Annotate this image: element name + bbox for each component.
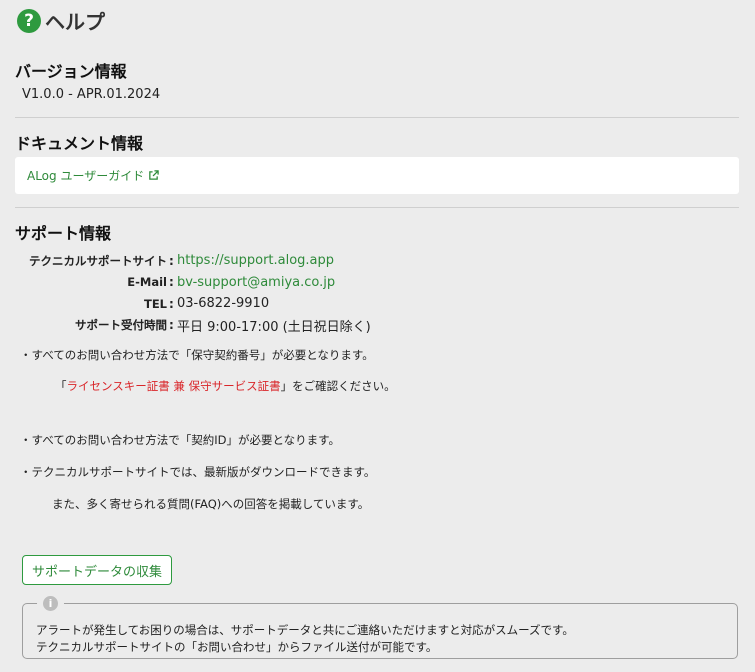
support-heading: サポート情報 <box>15 224 112 243</box>
support-site-row: テクニカルサポートサイト : https://support.alog.app <box>15 250 371 272</box>
user-guide-link[interactable]: ALog ユーザーガイド <box>27 167 159 184</box>
version-text: V1.0.0 - APR.01.2024 <box>22 87 161 102</box>
info-box-line-1: アラートが発生してお困りの場合は、サポートデータと共にご連絡いただけますと対応が… <box>36 623 574 637</box>
note-bracket-close: 」をご確認ください。 <box>280 379 396 393</box>
note-download: ・テクニカルサポートサイトでは、最新版がダウンロードできます。 <box>20 465 376 479</box>
document-box: ALog ユーザーガイド <box>15 157 739 194</box>
support-site-link[interactable]: https://support.alog.app <box>177 253 334 268</box>
email-row: E-Mail : bv-support@amiya.co.jp <box>15 272 371 294</box>
document-heading: ドキュメント情報 <box>15 134 144 153</box>
support-site-label: テクニカルサポートサイト <box>29 253 167 268</box>
support-info-table: テクニカルサポートサイト : https://support.alog.app … <box>15 250 371 336</box>
hours-row: サポート受付時間 : 平日 9:00-17:00 (土日祝日除く) <box>15 315 371 337</box>
colon: : <box>169 318 174 333</box>
note-license-certificate: 「ライセンスキー証書 兼 保守サービス証書」をご確認ください。 <box>55 378 396 394</box>
colon: : <box>169 296 174 311</box>
divider <box>15 207 739 208</box>
info-box-line-2: テクニカルサポートサイトの「お問い合わせ」からファイル送付が可能です。 <box>36 640 438 654</box>
question-circle-icon: ? <box>17 8 41 33</box>
user-guide-link-label: ALog ユーザーガイド <box>27 169 145 183</box>
colon: : <box>169 275 174 290</box>
page-title: ? ヘルプ <box>17 6 105 35</box>
divider <box>15 117 739 118</box>
external-link-icon <box>149 170 159 180</box>
email-label: E-Mail <box>127 275 167 290</box>
version-heading: バージョン情報 <box>15 62 127 81</box>
note-contract-number: ・すべてのお問い合わせ方法で「保守契約番号」が必要となります。 <box>20 348 374 362</box>
hours-value: 平日 9:00-17:00 (土日祝日除く) <box>177 319 371 335</box>
collect-support-data-button[interactable]: サポートデータの収集 <box>22 555 172 585</box>
colon: : <box>169 253 174 268</box>
email-link[interactable]: bv-support@amiya.co.jp <box>177 275 335 290</box>
note-faq: また、多く寄せられる質問(FAQ)への回答を掲載しています。 <box>52 497 370 511</box>
tel-row: TEL : 03-6822-9910 <box>15 293 371 315</box>
license-certificate-text: ライセンスキー証書 兼 保守サービス証書 <box>66 379 281 393</box>
tel-label: TEL <box>143 296 167 311</box>
hours-label: サポート受付時間 <box>75 318 167 333</box>
info-box: i アラートが発生してお困りの場合は、サポートデータと共にご連絡いただけますと対… <box>22 596 738 659</box>
note-contract-id: ・すべてのお問い合わせ方法で「契約ID」が必要となります。 <box>20 433 340 447</box>
tel-value: 03-6822-9910 <box>177 296 270 312</box>
page-title-text: ヘルプ <box>45 10 105 34</box>
note-bracket-open: 「 <box>55 379 67 393</box>
info-circle-icon: i <box>43 596 58 611</box>
